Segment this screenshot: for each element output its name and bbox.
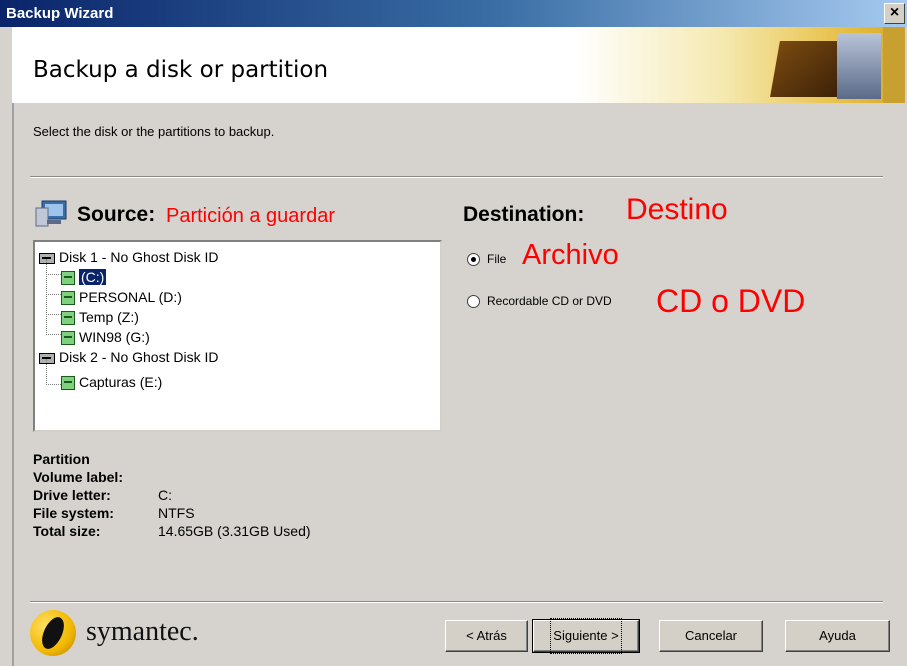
cancel-button[interactable]: Cancelar bbox=[659, 620, 763, 652]
info-label: Drive letter: bbox=[33, 487, 111, 503]
window-title: Backup Wizard bbox=[6, 5, 114, 22]
tree-item-label-selected: (C:) bbox=[79, 269, 107, 285]
radio-selected-icon bbox=[467, 253, 480, 267]
divider-top bbox=[30, 176, 883, 178]
tree-partition-d[interactable]: PERSONAL (D:) bbox=[61, 287, 182, 307]
partition-info: Partition Volume label: Drive letter: C: … bbox=[33, 450, 311, 540]
source-heading: Source: bbox=[77, 203, 156, 226]
tree-item-label: Capturas (E:) bbox=[79, 374, 163, 390]
tree-partition-g[interactable]: WIN98 (G:) bbox=[61, 327, 150, 347]
source-annotation: Partición a guardar bbox=[166, 205, 335, 227]
tree-disk-2[interactable]: Disk 2 - No Ghost Disk ID bbox=[39, 347, 218, 367]
symantec-logo-icon bbox=[30, 610, 76, 656]
destination-heading: Destination: bbox=[463, 203, 585, 226]
info-row-file-system: File system: NTFS bbox=[33, 504, 311, 522]
tree-connector bbox=[46, 259, 61, 275]
wizard-header: Backup a disk or partition bbox=[12, 27, 905, 103]
partition-icon bbox=[61, 271, 75, 286]
computer-banner-image bbox=[575, 27, 905, 103]
radio-unselected-icon bbox=[467, 295, 480, 309]
tree-connector bbox=[46, 359, 61, 385]
next-button[interactable]: Siguiente > bbox=[532, 618, 640, 654]
tree-connector bbox=[46, 314, 61, 335]
tree-item-label: Disk 2 - No Ghost Disk ID bbox=[59, 349, 219, 365]
info-label: Volume label: bbox=[33, 469, 123, 485]
cd-dvd-annotation: CD o DVD bbox=[656, 283, 806, 319]
info-row-total-size: Total size: 14.65GB (3.31GB Used) bbox=[33, 522, 311, 540]
radio-cd-dvd[interactable]: Recordable CD or DVD bbox=[467, 294, 612, 309]
cancel-button-label: Cancelar bbox=[684, 628, 738, 643]
backup-wizard-dialog: Backup Wizard × Backup a disk or partiti… bbox=[0, 0, 907, 666]
info-row-volume-label: Volume label: bbox=[33, 468, 311, 486]
window-left-edge bbox=[0, 27, 14, 666]
info-label: File system: bbox=[33, 505, 114, 521]
radio-file[interactable]: File bbox=[467, 252, 507, 267]
back-button-label: < Atrás bbox=[466, 628, 507, 643]
partition-icon bbox=[61, 291, 75, 306]
tree-partition-e[interactable]: Capturas (E:) bbox=[61, 372, 162, 392]
partition-icon bbox=[61, 311, 75, 326]
partition-icon bbox=[61, 376, 75, 391]
symantec-logo-text: symantec. bbox=[86, 616, 199, 647]
info-value: C: bbox=[158, 487, 172, 503]
destination-annotation: Destino bbox=[626, 193, 728, 226]
divider-bottom bbox=[30, 601, 883, 603]
tree-item-label: PERSONAL (D:) bbox=[79, 289, 182, 305]
title-bar: Backup Wizard × bbox=[0, 0, 907, 27]
partition-icon bbox=[61, 331, 75, 346]
instructions-text: Select the disk or the partitions to bac… bbox=[33, 124, 275, 139]
info-value: NTFS bbox=[158, 505, 195, 521]
partition-info-title: Partition bbox=[33, 451, 90, 467]
screen-graphic bbox=[837, 33, 881, 99]
tree-connector bbox=[46, 294, 61, 315]
info-label: Total size: bbox=[33, 523, 101, 539]
help-button-label: Ayuda bbox=[819, 628, 856, 643]
tree-item-label: WIN98 (G:) bbox=[79, 329, 150, 345]
file-annotation: Archivo bbox=[522, 239, 619, 271]
tree-partition-c[interactable]: (C:) bbox=[61, 267, 107, 287]
info-row-drive-letter: Drive letter: C: bbox=[33, 486, 311, 504]
radio-cd-dvd-label: Recordable CD or DVD bbox=[487, 294, 612, 308]
tree-connector bbox=[46, 274, 61, 295]
page-title: Backup a disk or partition bbox=[33, 57, 329, 83]
tree-disk-1[interactable]: Disk 1 - No Ghost Disk ID bbox=[39, 247, 218, 267]
tree-item-label: Disk 1 - No Ghost Disk ID bbox=[59, 249, 219, 265]
tower-graphic bbox=[883, 27, 905, 103]
tree-partition-z[interactable]: Temp (Z:) bbox=[61, 307, 139, 327]
info-value: 14.65GB (3.31GB Used) bbox=[158, 523, 311, 539]
close-button[interactable]: × bbox=[884, 3, 905, 24]
next-button-label: Siguiente > bbox=[550, 618, 622, 654]
source-computer-icon bbox=[35, 200, 67, 227]
back-button[interactable]: < Atrás bbox=[445, 620, 528, 652]
tree-item-label: Temp (Z:) bbox=[79, 309, 139, 325]
radio-file-label: File bbox=[487, 252, 507, 266]
source-tree[interactable]: Disk 1 - No Ghost Disk ID (C:) PERSONAL … bbox=[33, 240, 442, 432]
help-button[interactable]: Ayuda bbox=[785, 620, 890, 652]
